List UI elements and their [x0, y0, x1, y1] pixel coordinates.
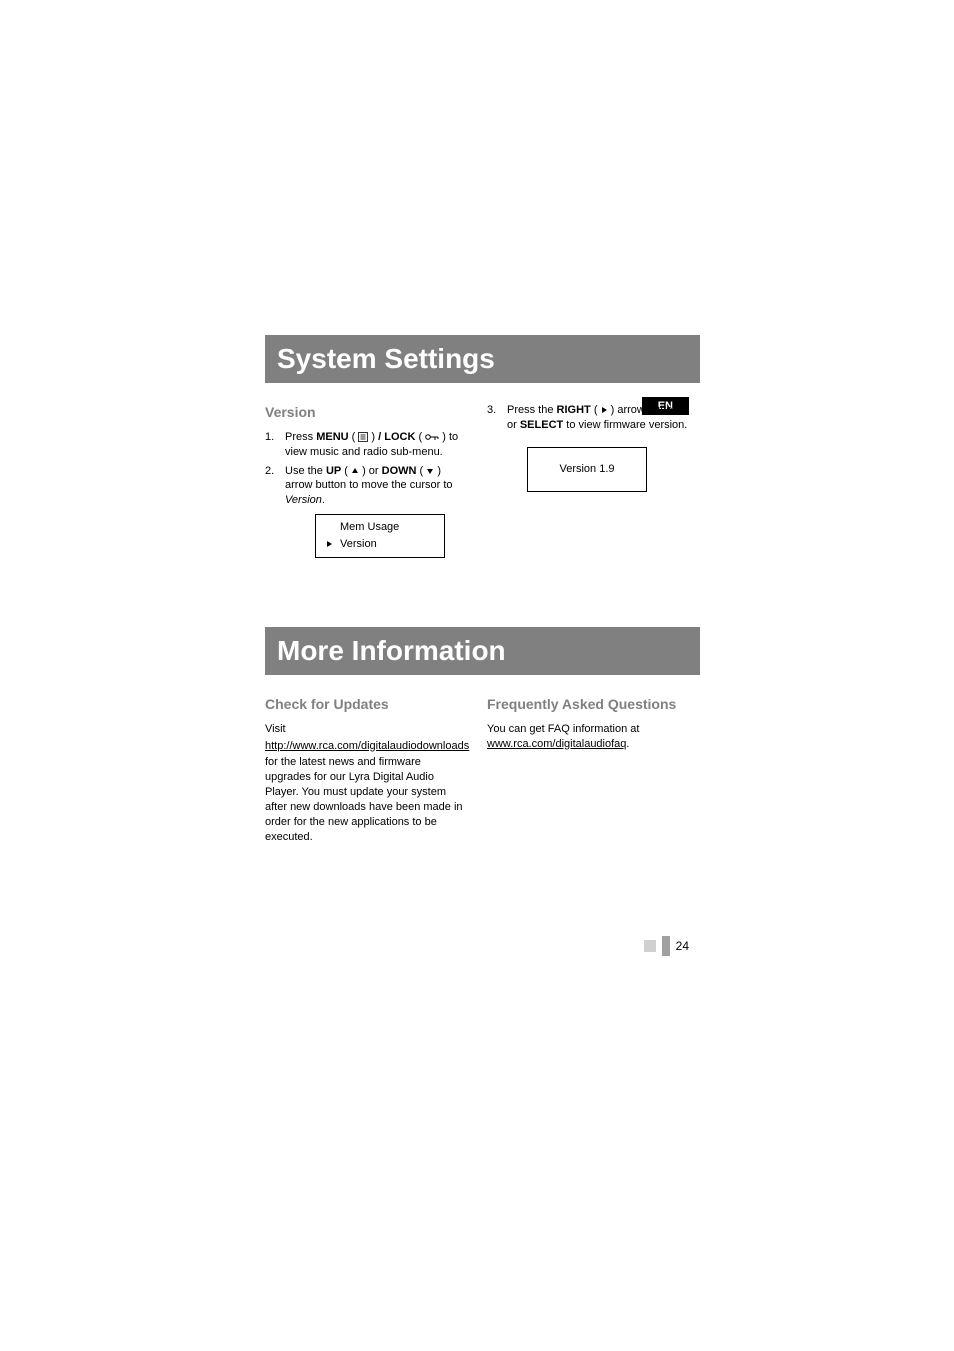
text: Use the	[285, 465, 326, 477]
text: )	[368, 431, 378, 443]
faq-after: .	[626, 738, 629, 750]
system-settings-columns: Version Press MENU ( ) / LOCK ( ) to vie…	[265, 403, 689, 562]
column-left: Check for Updates Visit http://www.rca.c…	[265, 695, 467, 847]
steps-list: Press MENU ( ) / LOCK ( ) to view music …	[265, 430, 467, 558]
page-footer: 24	[644, 936, 689, 956]
menu-icon	[358, 432, 368, 442]
updates-body: for the latest news and firmware upgrade…	[265, 755, 467, 844]
arrow-right-icon	[326, 540, 333, 548]
column-left: Version Press MENU ( ) / LOCK ( ) to vie…	[265, 403, 467, 562]
text: .	[322, 494, 325, 506]
step-1: Press MENU ( ) / LOCK ( ) to view music …	[265, 430, 467, 460]
lcd-row-mem-usage: Mem Usage	[326, 519, 434, 536]
label-right: RIGHT	[557, 404, 591, 416]
text: ) or	[359, 465, 382, 477]
label-menu: MENU	[316, 431, 348, 443]
label-lock: / LOCK	[378, 431, 415, 443]
footer-square-icon	[644, 940, 656, 952]
label-version-italic: Version	[285, 494, 322, 506]
section-heading-more-information: More Information	[265, 627, 700, 675]
footer-bar-icon	[662, 936, 670, 956]
text: (	[341, 465, 351, 477]
steps-list-right: Press the RIGHT ( ) arrow button or SELE…	[487, 403, 689, 433]
subheading-version: Version	[265, 403, 467, 422]
label-select: SELECT	[520, 419, 563, 431]
faq-intro: You can get FAQ information at	[487, 723, 639, 735]
lcd-version-box: Version 1.9	[527, 447, 647, 492]
column-right: Press the RIGHT ( ) arrow button or SELE…	[487, 403, 689, 562]
updates-link[interactable]: http://www.rca.com/digitalaudiodownloads	[265, 740, 469, 752]
more-info-columns: Check for Updates Visit http://www.rca.c…	[265, 695, 689, 847]
faq-text: You can get FAQ information at www.rca.c…	[487, 722, 689, 752]
step-3: Press the RIGHT ( ) arrow button or SELE…	[487, 403, 689, 433]
text: (	[415, 431, 425, 443]
text: (	[349, 431, 359, 443]
text: Press	[285, 431, 316, 443]
text: (	[416, 465, 426, 477]
page-content: System Settings Version Press MENU ( ) /…	[0, 0, 954, 846]
faq-link[interactable]: www.rca.com/digitalaudiofaq	[487, 738, 626, 750]
page-number: 24	[676, 939, 689, 953]
text: to view firmware version.	[563, 419, 687, 431]
subheading-faq: Frequently Asked Questions	[487, 695, 689, 714]
label-down: DOWN	[382, 465, 417, 477]
subheading-check-updates: Check for Updates	[265, 695, 467, 714]
lcd-label: Version	[340, 537, 377, 552]
lcd-menu-box: Mem Usage Version	[315, 514, 445, 558]
updates-intro: Visit	[265, 722, 467, 737]
lcd-row-version: Version	[326, 536, 434, 553]
text: (	[591, 404, 601, 416]
arrow-up-icon	[351, 467, 359, 475]
section-heading-system-settings: System Settings	[265, 335, 700, 383]
step-2: Use the UP ( ) or DOWN ( ) arrow button …	[265, 464, 467, 558]
column-right: Frequently Asked Questions You can get F…	[487, 695, 689, 847]
lcd-label: Mem Usage	[340, 520, 399, 535]
updates-link-wrapper: http://www.rca.com/digitalaudiodownloads	[265, 739, 467, 754]
text: Press the	[507, 404, 557, 416]
label-up: UP	[326, 465, 341, 477]
lock-key-icon	[425, 433, 439, 441]
cursor-icon	[326, 537, 334, 552]
arrow-right-icon	[601, 406, 608, 414]
